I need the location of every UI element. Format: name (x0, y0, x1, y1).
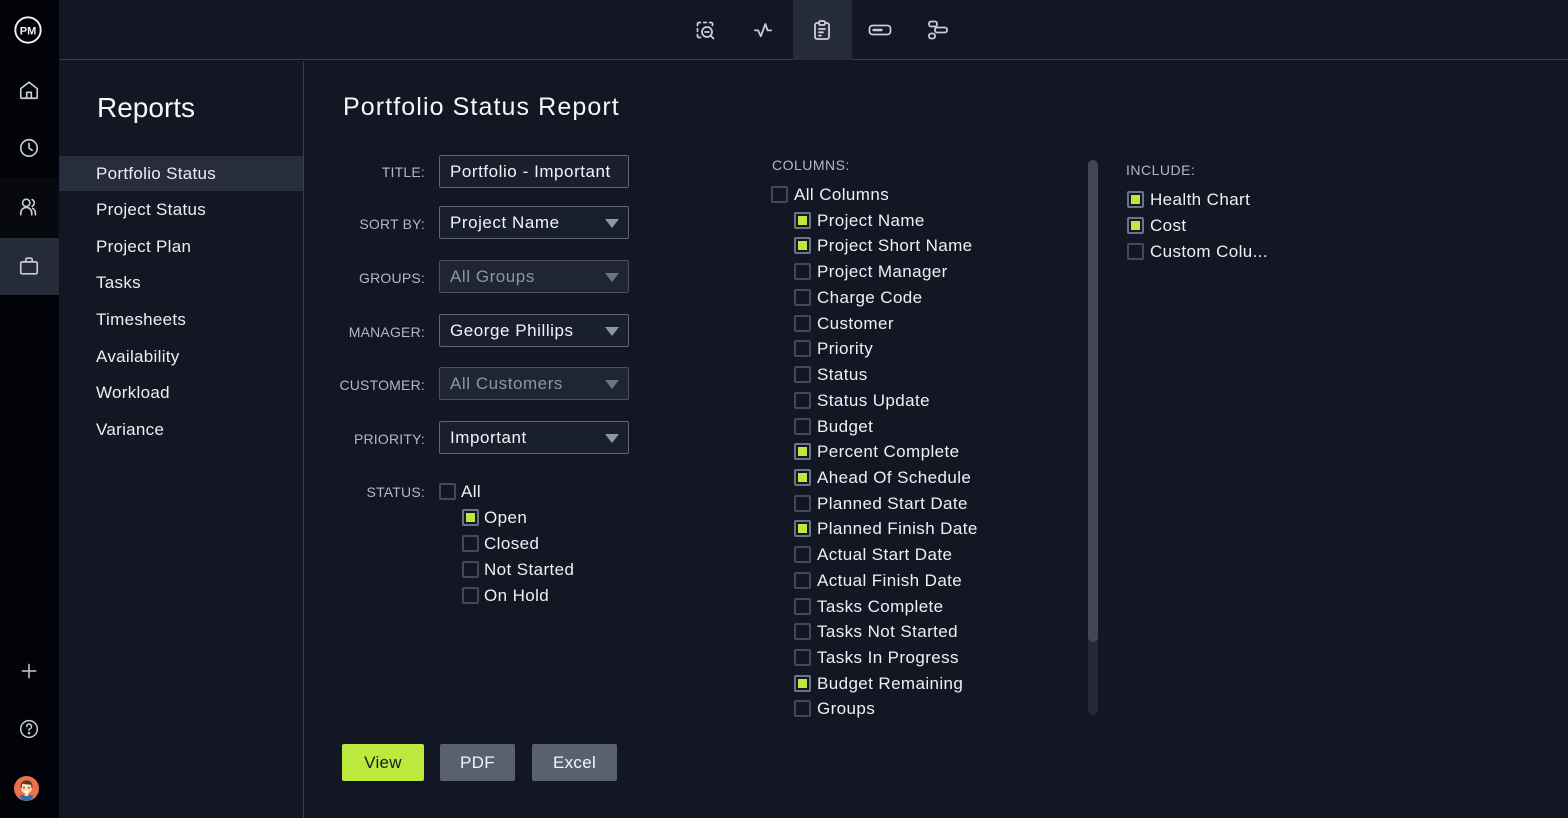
svg-text:PM: PM (20, 25, 37, 37)
